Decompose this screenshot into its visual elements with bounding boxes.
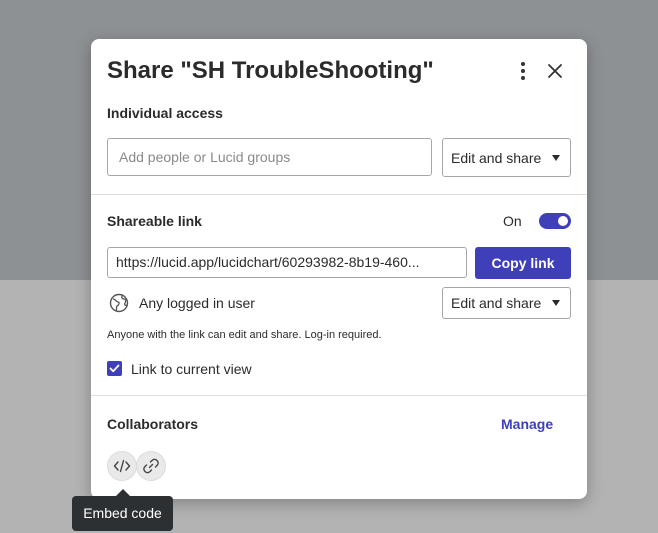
link-current-view-label[interactable]: Link to current view [131,361,252,377]
divider [91,194,587,195]
share-dialog: Share "SH TroubleShooting" Individual ac… [91,39,587,499]
close-icon[interactable] [545,61,565,81]
link-icon [143,458,159,474]
add-people-input[interactable] [107,138,432,176]
shareable-link-label: Shareable link [107,213,202,229]
toggle-knob [558,216,568,226]
globe-icon [109,293,129,313]
checkmark-icon [109,364,120,373]
link-current-view-checkbox[interactable] [107,361,122,376]
link-permission-select[interactable]: Edit and share [442,287,571,319]
dialog-title: Share "SH TroubleShooting" [107,57,434,84]
copy-link-button[interactable]: Copy link [475,247,571,279]
individual-permission-select[interactable]: Edit and share [442,138,571,177]
toggle-state-label: On [503,213,522,229]
individual-access-label: Individual access [107,105,223,121]
more-options-icon[interactable] [515,61,531,81]
shareable-link-toggle[interactable] [539,213,571,229]
individual-permission-value: Edit and share [451,150,542,166]
code-icon [113,459,131,473]
embed-code-button[interactable] [107,451,137,481]
collaborators-label: Collaborators [107,416,199,432]
manage-collaborators-link[interactable]: Manage [501,416,553,432]
tooltip-arrow [116,489,130,496]
chevron-down-icon [552,155,560,161]
divider [91,395,587,396]
link-permission-note: Anyone with the link can edit and share.… [107,329,382,341]
link-permission-value: Edit and share [451,295,542,311]
chevron-down-icon [552,300,560,306]
link-access-scope: Any logged in user [139,295,255,311]
embed-code-tooltip: Embed code [72,496,173,531]
share-url-field[interactable]: https://lucid.app/lucidchart/60293982-8b… [107,247,467,278]
copy-link-icon-button[interactable] [136,451,166,481]
